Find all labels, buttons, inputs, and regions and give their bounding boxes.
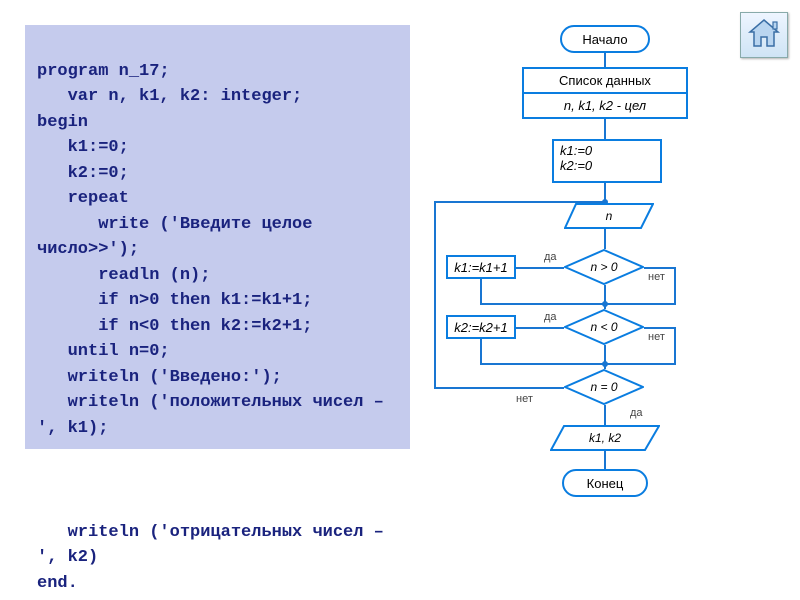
edge-label-yes: да [630,407,643,419]
code-line: writeln ('положительных чисел – ', k1); [37,393,394,438]
flow-decision-n-lt-0: n < 0 [564,309,644,345]
connector-line [480,279,482,303]
connector-line [606,363,676,365]
flow-start-label: Начало [582,32,627,47]
code-line: end. [37,574,78,593]
flow-data-title: Список данных [524,69,686,94]
flowchart: Начало Список данных n, k1, k2 - цел k1:… [430,15,790,595]
flow-data-block: Список данных n, k1, k2 - цел [522,67,688,119]
connector-line [434,201,436,389]
flow-cond1-label: n > 0 [564,249,644,285]
code-line: if n>0 then k1:=k1+1; [37,291,312,310]
flow-io-output: k1, k2 [550,425,660,451]
flow-action2-label: k2:=k2+1 [454,320,508,335]
connector-line [516,267,564,269]
code-line: if n<0 then k2:=k2+1; [37,317,312,336]
flow-init-line: k2:=0 [560,158,592,173]
pascal-code-block: program n_17; var n, k1, k2: integer; be… [25,25,410,449]
connector-line [516,327,564,329]
flow-terminator-end: Конец [562,469,648,497]
flow-cond3-label: n = 0 [564,369,644,405]
flow-process-k1: k1:=k1+1 [446,255,516,279]
connector-line [434,201,604,203]
code-line: repeat [37,189,129,208]
flow-output-label: k1, k2 [550,425,660,451]
connector-line [604,405,606,425]
flow-terminator-start: Начало [560,25,650,53]
connector-line [434,387,564,389]
connector-line [604,229,606,249]
connector-line [644,327,676,329]
code-line: program n_17; [37,62,170,81]
connector-line [606,303,676,305]
connector-line [480,363,606,365]
flow-process-k2: k2:=k2+1 [446,315,516,339]
flow-action1-label: k1:=k1+1 [454,260,508,275]
connector-line [604,345,606,369]
edge-label-no: нет [648,331,665,343]
edge-label-yes: да [544,311,557,323]
edge-label-yes: да [544,251,557,263]
connector-line [644,267,676,269]
connector-line [674,327,676,365]
connector-line [480,303,606,305]
flow-input-n-label: n [564,203,654,229]
connector-line [604,53,606,67]
code-line: until n=0; [37,342,170,361]
flow-end-label: Конец [587,476,624,491]
connector-line [674,267,676,305]
connector-line [604,119,606,139]
code-line: write ('Введите целое число>>'); [37,215,323,260]
code-line: writeln ('отрицательных чисел – ', k2) [37,523,394,568]
pascal-code-overflow: writeln ('отрицательных чисел – ', k2) e… [25,494,410,596]
code-line: k1:=0; [37,138,129,157]
code-line: readln (n); [37,266,210,285]
code-line: writeln ('Введено:'); [37,368,282,387]
flow-io-input-n: n [564,203,654,229]
connector-line [604,285,606,309]
connector-line [480,339,482,363]
code-line: k2:=0; [37,164,129,183]
flow-cond2-label: n < 0 [564,309,644,345]
flow-decision-n-eq-0: n = 0 [564,369,644,405]
code-line: begin [37,113,88,132]
edge-label-no: нет [516,393,533,405]
flow-init-line: k1:=0 [560,143,592,158]
edge-label-no: нет [648,271,665,283]
connector-line [604,451,606,469]
flow-decision-n-gt-0: n > 0 [564,249,644,285]
code-line: var n, k1, k2: integer; [37,87,302,106]
flow-process-init: k1:=0 k2:=0 [552,139,662,183]
flow-data-vars: n, k1, k2 - цел [524,94,686,117]
